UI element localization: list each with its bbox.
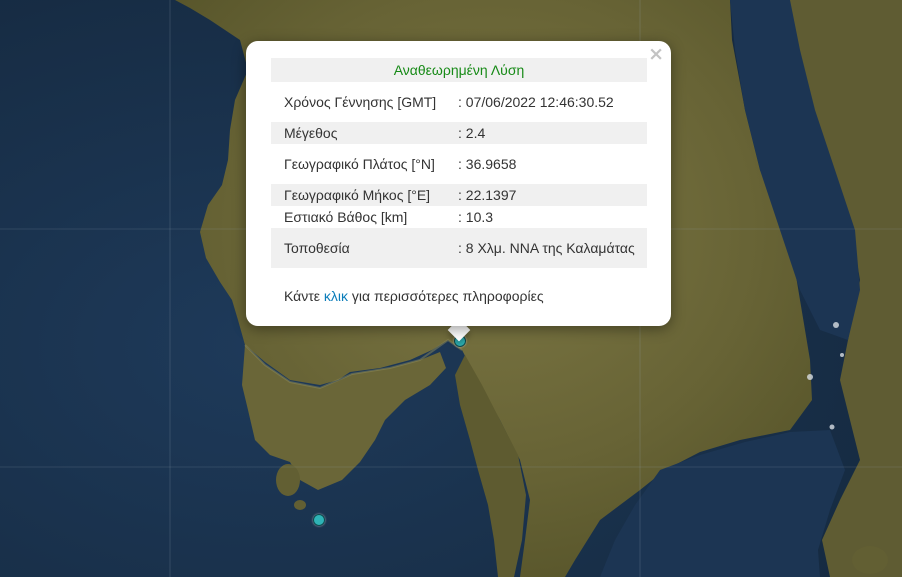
- popup-title: Αναθεωρημένη Λύση: [271, 58, 647, 82]
- table-row: Γεωγραφικό Πλάτος [°N] : 36.9658: [271, 144, 647, 184]
- snow-speck: [840, 353, 844, 357]
- row-value-longitude: : 22.1397: [452, 184, 647, 206]
- footer-text-before: Κάντε: [284, 288, 324, 304]
- snow-speck: [833, 322, 839, 328]
- footer-text-after: για περισσότερες πληροφορίες: [348, 288, 544, 304]
- table-row: Χρόνος Γέννησης [GMT] : 07/06/2022 12:46…: [271, 82, 647, 122]
- close-icon[interactable]: ×: [648, 45, 664, 64]
- table-title-row: Αναθεωρημένη Λύση: [271, 58, 647, 82]
- snow-speck: [829, 424, 835, 430]
- earthquake-info-popup: × Αναθεωρημένη Λύση Χρόνος Γέννησης [GMT…: [246, 41, 671, 326]
- row-value-magnitude: : 2.4: [452, 122, 647, 144]
- row-label-location: Τοποθεσία: [271, 228, 452, 268]
- table-row: Τοποθεσία : 8 Χλμ. ΝΝΑ της Καλαμάτας: [271, 228, 647, 268]
- row-label-latitude: Γεωγραφικό Πλάτος [°N]: [271, 144, 452, 184]
- row-value-depth: : 10.3: [452, 206, 647, 228]
- snow-speck: [807, 374, 813, 380]
- more-info-text: Κάντε κλικ για περισσότερες πληροφορίες: [284, 288, 544, 304]
- row-value-location: : 8 Χλμ. ΝΝΑ της Καλαμάτας: [452, 228, 647, 268]
- row-label-origin-time: Χρόνος Γέννησης [GMT]: [271, 82, 452, 122]
- row-label-magnitude: Μέγεθος: [271, 122, 452, 144]
- island-elafonisos: [852, 546, 888, 574]
- row-value-origin-time: : 07/06/2022 12:46:30.52: [452, 82, 647, 122]
- row-label-depth: Εστιακό Βάθος [km]: [271, 206, 452, 228]
- earthquake-marker-south[interactable]: [313, 514, 325, 526]
- earthquake-info-table: Αναθεωρημένη Λύση Χρόνος Γέννησης [GMT] …: [271, 58, 647, 268]
- island-schiza: [294, 500, 306, 510]
- island-sapientza: [276, 464, 300, 496]
- row-value-latitude: : 36.9658: [452, 144, 647, 184]
- table-row: Μέγεθος : 2.4: [271, 122, 647, 144]
- table-row: Γεωγραφικό Μήκος [°E] : 22.1397: [271, 184, 647, 206]
- row-label-longitude: Γεωγραφικό Μήκος [°E]: [271, 184, 452, 206]
- more-info-link[interactable]: κλικ: [324, 288, 348, 304]
- table-row: Εστιακό Βάθος [km] : 10.3: [271, 206, 647, 228]
